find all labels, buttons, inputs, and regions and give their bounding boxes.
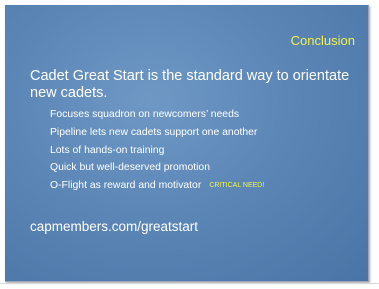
bullet-list: Focuses squadron on newcomers’ needs Pip… <box>50 106 264 195</box>
bullet-item: Lots of hands-on training <box>50 142 264 160</box>
website-url: capmembers.com/greatstart <box>30 219 199 234</box>
bullet-item: Focuses squadron on newcomers’ needs <box>50 106 264 124</box>
critical-need-label: CRITICAL NEED! <box>209 182 265 190</box>
bullet-text: O-Flight as reward and motivator <box>50 180 202 192</box>
presentation-slide: Conclusion Cadet Great Start is the stan… <box>5 5 369 282</box>
slide-title: Conclusion <box>290 33 355 48</box>
lead-statement: Cadet Great Start is the standard way to… <box>30 68 350 101</box>
bullet-item: Quick but well-deserved promotion <box>50 159 264 177</box>
bullet-text: Pipeline lets new cadets support one ano… <box>50 126 258 138</box>
bullet-text: Quick but well-deserved promotion <box>50 162 210 174</box>
bullet-text: Lots of hands-on training <box>50 144 165 156</box>
bottom-divider <box>0 283 379 284</box>
bullet-text: Focuses squadron on newcomers’ needs <box>50 109 240 120</box>
bullet-item: O-Flight as reward and motivator CRITICAL… <box>50 177 264 195</box>
bullet-item: Pipeline lets new cadets support one ano… <box>50 124 264 142</box>
slide-viewer: Conclusion Cadet Great Start is the stan… <box>0 0 379 289</box>
